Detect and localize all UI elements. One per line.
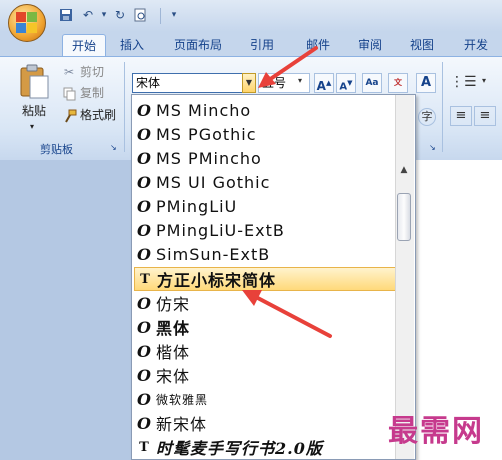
- format-painter-icon: [63, 108, 77, 123]
- bullets-dropdown-icon[interactable]: ▾: [482, 76, 486, 85]
- undo-dropdown-icon[interactable]: ▾: [96, 8, 112, 22]
- opentype-font-icon: O: [137, 244, 151, 264]
- tab-view[interactable]: 视图: [404, 34, 440, 56]
- truetype-font-icon: T: [139, 439, 149, 455]
- font-item[interactable]: O MS UI Gothic: [134, 170, 396, 194]
- opentype-font-icon: O: [137, 196, 151, 216]
- office-logo-icon: [16, 12, 38, 34]
- opentype-font-icon: O: [137, 317, 151, 337]
- tab-page-layout[interactable]: 页面布局: [166, 34, 230, 56]
- font-item[interactable]: O 微软雅黑: [134, 387, 396, 411]
- font-item[interactable]: T 时髦麦手写行书2.0版: [134, 435, 396, 459]
- scroll-up-icon[interactable]: ▲: [397, 163, 411, 177]
- undo-icon[interactable]: ↶: [80, 8, 96, 22]
- opentype-font-icon: O: [137, 172, 151, 192]
- truetype-font-icon: T: [140, 271, 150, 287]
- opentype-font-icon: O: [137, 341, 151, 361]
- redo-icon[interactable]: ↻: [112, 8, 128, 22]
- character-border-icon[interactable]: A: [416, 73, 436, 93]
- align-left-icon[interactable]: ≡: [450, 106, 472, 126]
- tab-review[interactable]: 审阅: [352, 34, 388, 56]
- font-name-input[interactable]: 宋体: [132, 73, 254, 93]
- print-preview-icon[interactable]: [132, 8, 148, 22]
- clipboard-launcher-icon[interactable]: ↘: [110, 143, 117, 152]
- font-dropdown-list: O MS Mincho O MS PGothic O MS PMincho O MS U…: [131, 94, 416, 460]
- group-separator: [124, 62, 125, 152]
- annotation-arrow-icon: [242, 290, 332, 338]
- scissors-icon: ✂: [64, 65, 75, 79]
- clipboard-group-label: 剪贴板: [40, 143, 73, 156]
- opentype-font-icon: O: [137, 413, 151, 433]
- office-button[interactable]: [8, 4, 46, 42]
- save-icon[interactable]: [58, 8, 74, 22]
- font-launcher-icon[interactable]: ↘: [429, 143, 436, 152]
- font-item[interactable]: O MS PGothic: [134, 122, 396, 146]
- opentype-font-icon: O: [137, 365, 151, 385]
- tab-insert[interactable]: 插入: [112, 34, 152, 56]
- bullets-icon[interactable]: ⋮☰: [450, 74, 480, 92]
- tab-developer[interactable]: 开发: [456, 34, 496, 56]
- paste-icon[interactable]: [18, 64, 52, 100]
- opentype-font-icon: O: [137, 293, 151, 313]
- font-item[interactable]: O 新宋体: [134, 411, 396, 435]
- font-item[interactable]: O MS PMincho: [134, 146, 396, 170]
- group-separator: [442, 62, 443, 152]
- font-item[interactable]: O PMingLiU-ExtB: [134, 218, 396, 242]
- scrollbar-thumb[interactable]: [397, 193, 411, 241]
- opentype-font-icon: O: [137, 220, 151, 240]
- font-item[interactable]: O MS Mincho: [134, 98, 396, 122]
- copy-button[interactable]: 复制: [80, 84, 104, 102]
- opentype-font-icon: O: [137, 389, 151, 409]
- font-list-scrollbar[interactable]: [395, 95, 414, 459]
- font-item[interactable]: O 宋体: [134, 363, 396, 387]
- copy-icon: [63, 86, 77, 101]
- clear-formatting-icon[interactable]: Aa: [362, 73, 382, 93]
- opentype-font-icon: O: [137, 124, 151, 144]
- phonetic-guide-icon[interactable]: 文: [388, 73, 408, 93]
- font-item[interactable]: O SimSun-ExtB: [134, 242, 396, 266]
- opentype-font-icon: O: [137, 100, 151, 120]
- annotation-arrow-icon: [258, 46, 318, 88]
- customize-icon[interactable]: ▾: [166, 8, 182, 22]
- quick-access-separator: [160, 8, 161, 24]
- tab-home[interactable]: 开始: [62, 34, 106, 56]
- title-bar: [0, 0, 502, 32]
- opentype-font-icon: O: [137, 148, 151, 168]
- font-item[interactable]: O 楷体: [134, 339, 396, 363]
- paste-dropdown-icon[interactable]: ▾: [30, 118, 34, 136]
- format-painter-button[interactable]: 格式刷: [80, 106, 116, 124]
- cut-button[interactable]: 剪切: [80, 63, 104, 81]
- enclose-characters-icon[interactable]: 字: [418, 108, 436, 126]
- font-item[interactable]: O PMingLiU: [134, 194, 396, 218]
- shrink-font-icon[interactable]: A▼: [336, 73, 356, 93]
- align-center-icon[interactable]: ≡: [474, 106, 496, 126]
- watermark-text: 最需网: [388, 414, 484, 449]
